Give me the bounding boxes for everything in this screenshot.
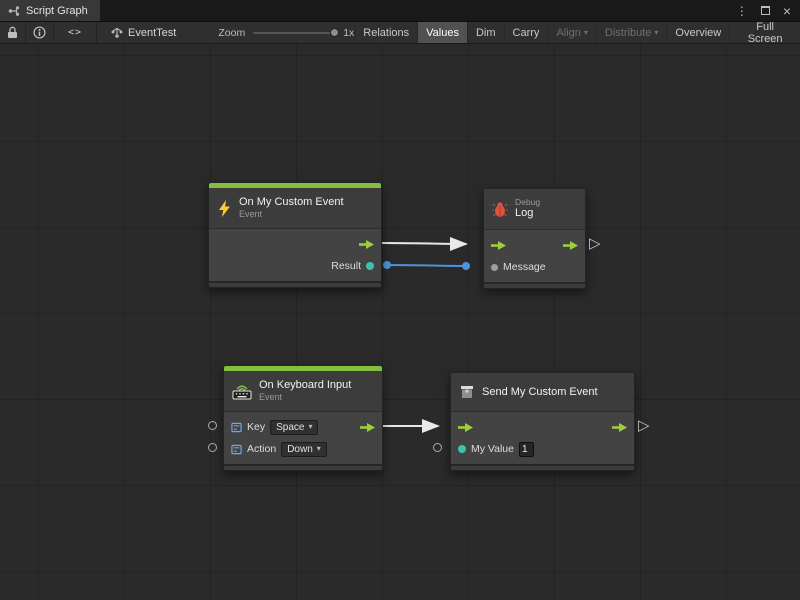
action-dropdown-value: Down [287, 444, 313, 455]
flow-output-port[interactable] [360, 423, 375, 432]
window-menu-icon[interactable]: ⋮ [736, 5, 748, 17]
node-title: Send My Custom Event [482, 386, 598, 398]
node-header: On Keyboard Input Event [224, 371, 382, 411]
graph-asset-icon [111, 27, 123, 39]
script-graph-icon [8, 5, 20, 17]
align-button[interactable]: Align ▾ [547, 22, 595, 43]
connection-wires [0, 44, 800, 600]
port-label: Key [247, 421, 265, 433]
flow-input-port[interactable] [458, 423, 473, 432]
caret-down-icon: ▾ [584, 29, 588, 37]
node-subtitle: Event [259, 392, 351, 403]
my-value-input-port[interactable] [458, 445, 466, 453]
zoom-slider[interactable] [253, 32, 335, 34]
unconnected-port-ring[interactable] [208, 443, 217, 452]
node-footer [224, 464, 382, 470]
tab-script-graph[interactable]: Script Graph [0, 0, 100, 21]
result-output-port[interactable] [366, 262, 374, 270]
node-send-my-custom-event[interactable]: Send My Custom Event My Value [450, 372, 635, 471]
inspect-button[interactable] [26, 22, 54, 43]
flow-triangle-icon[interactable]: ▷ [589, 236, 601, 251]
window-controls: ⋮ × [736, 0, 800, 21]
node-body: My Value [451, 411, 634, 464]
values-button[interactable]: Values [417, 22, 467, 43]
node-footer [209, 281, 381, 287]
my-value-input[interactable] [519, 442, 534, 457]
node-on-keyboard-input[interactable]: On Keyboard Input Event Key Space ▾ [223, 365, 383, 471]
node-title: On My Custom Event [239, 196, 344, 210]
flow-output-port[interactable] [612, 423, 627, 432]
node-subtitle: Event [239, 209, 344, 220]
port-label: My Value [471, 443, 514, 455]
window-close-icon[interactable]: × [783, 4, 791, 18]
node-body: Result [209, 228, 381, 281]
distribute-label: Distribute [605, 27, 651, 39]
node-on-my-custom-event[interactable]: On My Custom Event Event Result [208, 182, 382, 288]
flow-wire-event-to-log[interactable] [382, 243, 466, 244]
node-footer [451, 464, 634, 470]
fullscreen-button[interactable]: Full Screen [729, 22, 800, 43]
zoom-slider-handle[interactable] [330, 28, 339, 37]
key-dropdown[interactable]: Space ▾ [270, 420, 318, 435]
node-body: Key Space ▾ Action [224, 411, 382, 464]
info-icon [33, 26, 46, 39]
bug-icon [492, 201, 508, 218]
toolbar-buttons: Relations Values Dim Carry Align ▾ Distr… [354, 22, 800, 43]
graph-toolbar: <> EventTest Zoom 1x Relations Values Di… [0, 22, 800, 44]
lock-icon [7, 26, 18, 39]
lock-button[interactable] [0, 22, 26, 43]
port-label: Result [331, 260, 361, 272]
flow-triangle-icon[interactable]: ▷ [638, 418, 650, 433]
code-preview-button[interactable]: <> [54, 22, 97, 43]
zoom-control: Zoom 1x [218, 22, 354, 43]
unconnected-port-ring[interactable] [433, 443, 442, 452]
caret-down-icon: ▾ [654, 29, 658, 37]
caret-down-icon: ▾ [317, 445, 321, 453]
node-title: On Keyboard Input [259, 379, 351, 393]
port-label: Message [503, 261, 546, 273]
window-maximize-icon[interactable] [761, 6, 770, 15]
send-event-icon [459, 384, 475, 400]
zoom-value: 1x [343, 27, 354, 39]
node-header: Debug Log [484, 189, 585, 229]
node-header: On My Custom Event Event [209, 188, 381, 228]
carry-button[interactable]: Carry [504, 22, 548, 43]
node-body: Message [484, 229, 585, 282]
unity-script-graph-window: Script Graph ⋮ × <> [0, 0, 800, 600]
relations-button[interactable]: Relations [354, 22, 417, 43]
keyboard-icon [232, 383, 252, 400]
lightning-icon [217, 200, 232, 217]
key-dropdown-value: Space [276, 422, 304, 433]
align-label: Align [556, 27, 580, 39]
flow-output-port[interactable] [359, 240, 374, 249]
graph-name: EventTest [128, 27, 176, 39]
caret-down-icon: ▾ [308, 423, 312, 431]
node-footer [484, 282, 585, 288]
value-wire-endpoint [383, 261, 391, 269]
node-header: Send My Custom Event [451, 373, 634, 411]
value-wire-endpoint [462, 262, 470, 270]
field-icon [231, 422, 242, 433]
flow-input-port[interactable] [491, 241, 506, 250]
value-wire-result-to-message[interactable] [387, 265, 466, 266]
node-title: Log [515, 207, 540, 221]
tab-title: Script Graph [26, 5, 88, 17]
port-label: Action [247, 443, 276, 455]
action-dropdown[interactable]: Down ▾ [281, 442, 327, 457]
dim-button[interactable]: Dim [467, 22, 504, 43]
graph-canvas[interactable]: On My Custom Event Event Result [0, 44, 800, 600]
flow-output-port[interactable] [563, 241, 578, 250]
node-category: Debug [515, 197, 540, 208]
overview-button[interactable]: Overview [666, 22, 729, 43]
code-icon: <> [68, 27, 82, 38]
distribute-button[interactable]: Distribute ▾ [596, 22, 666, 43]
zoom-label: Zoom [218, 27, 245, 39]
unconnected-port-ring[interactable] [208, 421, 217, 430]
window-titlebar: Script Graph ⋮ × [0, 0, 800, 22]
node-debug-log[interactable]: Debug Log Message [483, 188, 586, 289]
graph-reference[interactable]: EventTest [111, 22, 176, 43]
message-input-port[interactable] [491, 264, 498, 271]
field-icon [231, 444, 242, 455]
